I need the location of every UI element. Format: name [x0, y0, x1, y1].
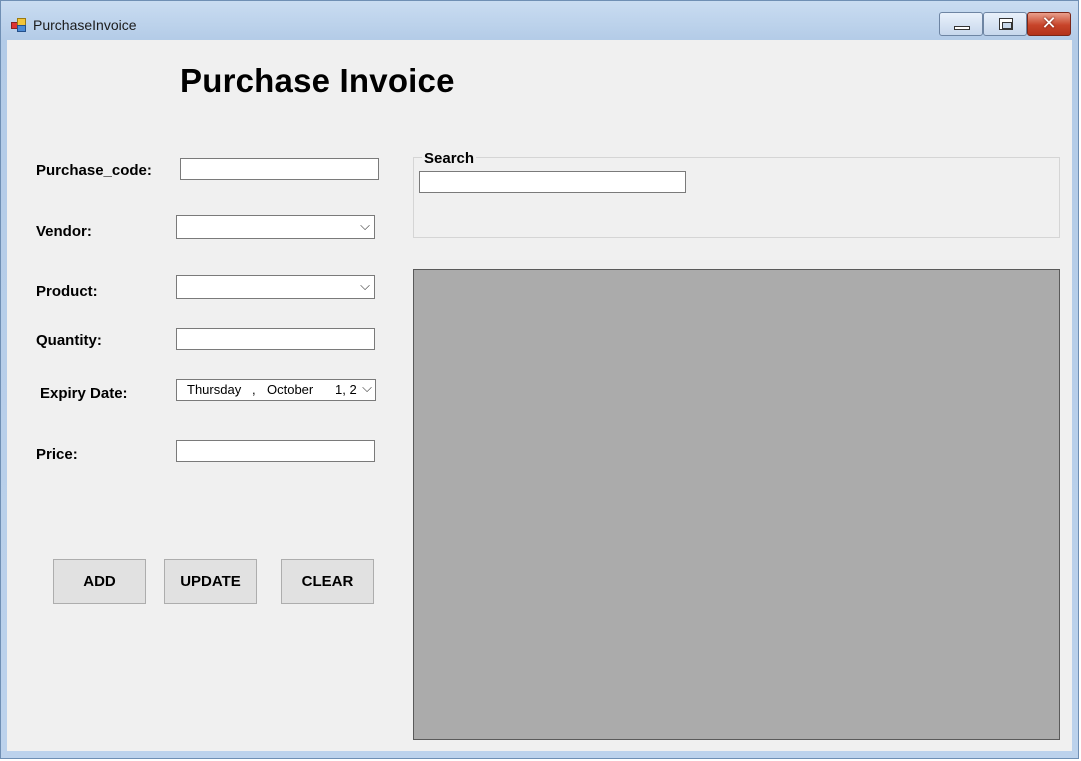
invoice-data-grid[interactable]: [413, 269, 1060, 740]
purchase-code-input[interactable]: [180, 158, 379, 180]
title-bar[interactable]: PurchaseInvoice ✕: [1, 1, 1078, 39]
search-group: Search: [413, 150, 1060, 238]
vendor-label: Vendor:: [36, 223, 92, 240]
page-title: Purchase Invoice: [180, 62, 455, 99]
form-client-area: Purchase Invoice Purchase_code: Vendor: …: [7, 40, 1072, 751]
chevron-down-icon: ⌵: [360, 219, 370, 234]
maximize-icon: [999, 18, 1013, 30]
product-dropdown[interactable]: ⌵: [176, 275, 375, 299]
purchase-code-label: Purchase_code:: [36, 162, 152, 179]
minimize-icon: [954, 26, 970, 30]
expiry-date-label: Expiry Date:: [40, 385, 128, 402]
clear-button[interactable]: CLEAR: [281, 559, 374, 604]
update-button[interactable]: UPDATE: [164, 559, 257, 604]
close-icon: ✕: [1041, 13, 1057, 34]
chevron-down-icon: ⌵: [360, 279, 370, 294]
maximize-button[interactable]: [983, 12, 1027, 36]
quantity-input[interactable]: [176, 328, 375, 350]
expiry-day-year: 1, 2: [335, 382, 357, 397]
window-title: PurchaseInvoice: [33, 17, 137, 33]
expiry-weekday: Thursday: [187, 382, 242, 397]
quantity-label: Quantity:: [36, 332, 102, 349]
chevron-down-icon: ⌵: [362, 381, 372, 396]
app-icon: [10, 16, 26, 32]
purchase-invoice-window: PurchaseInvoice ✕ Purchase Invoice Purch…: [0, 0, 1079, 759]
search-input[interactable]: [419, 171, 686, 193]
close-button[interactable]: ✕: [1027, 12, 1071, 36]
expiry-date-picker[interactable]: Thursday , October 1, 2 ⌵: [176, 379, 376, 401]
minimize-button[interactable]: [939, 12, 983, 36]
vendor-dropdown[interactable]: ⌵: [176, 215, 375, 239]
price-input[interactable]: [176, 440, 375, 462]
add-button[interactable]: ADD: [53, 559, 146, 604]
search-group-title: Search: [422, 150, 477, 167]
expiry-month: October: [267, 382, 314, 397]
expiry-separator: ,: [252, 382, 256, 397]
product-label: Product:: [36, 283, 98, 300]
price-label: Price:: [36, 446, 78, 463]
